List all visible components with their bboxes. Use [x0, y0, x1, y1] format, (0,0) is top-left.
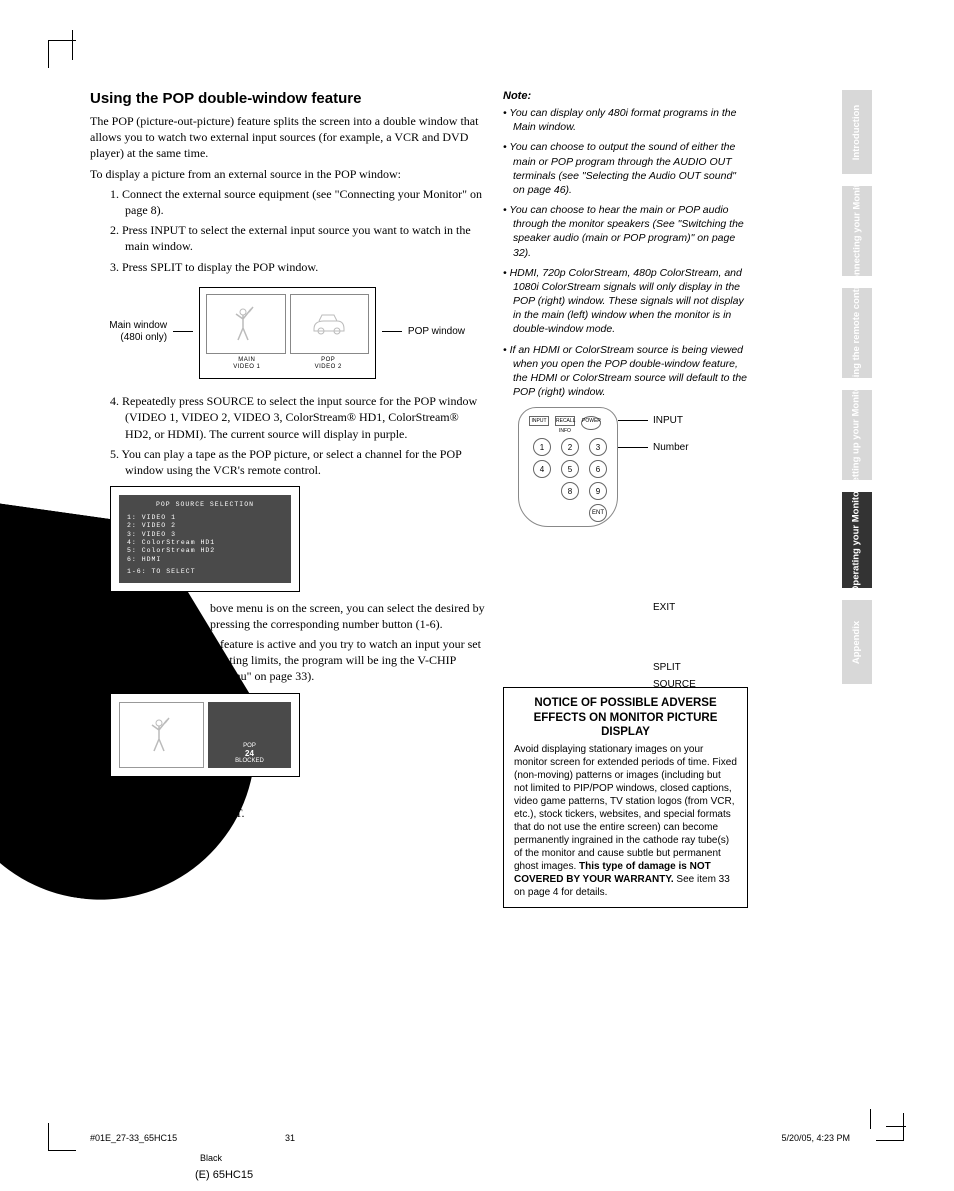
note-item: You can display only 480i format program… [503, 106, 748, 134]
leader-line [173, 331, 193, 332]
menu-row: 4: ColorStream HD1 [127, 539, 283, 547]
footer-row: #01E_27-33_65HC15 31 5/20/05, 4:23 PM [90, 1133, 850, 1143]
remote-num-9: 9 [589, 482, 607, 500]
step-5: 5. You can play a tape as the POP pictur… [110, 446, 485, 478]
tv-diagram: MAIN VIDEO 1 POP VIDEO 2 [199, 287, 376, 380]
footer-file: #01E_27-33_65HC15 [90, 1133, 177, 1143]
remote-ent: ENT [589, 504, 607, 522]
intro-paragraph-2: To display a picture from an external so… [90, 166, 485, 182]
close-heading: To close the POP window: [90, 785, 485, 801]
menu-diagram: POP SOURCE SELECTION 1: VIDEO 1 2: VIDEO… [110, 486, 300, 592]
remote-input-btn: INPUT [529, 416, 549, 426]
blocked-pop-pane: POP 24 BLOCKED [208, 702, 291, 768]
remote-power-btn: POWER [581, 416, 601, 430]
step-2: 2. Press INPUT to select the external in… [110, 222, 485, 254]
leader-line [618, 447, 648, 448]
notice-text-1: Avoid displaying stationary images on yo… [514, 744, 737, 872]
crop-mark [48, 1123, 76, 1151]
blocked-text: BLOCKED [235, 758, 264, 764]
note-item: If an HDMI or ColorStream source is bein… [503, 343, 748, 400]
remote-num-4: 4 [533, 460, 551, 478]
blocked-diagram: POP 24 BLOCKED [110, 693, 300, 777]
remote-recall-btn: RECALL [555, 416, 575, 426]
remote-num-2: 2 [561, 438, 579, 456]
tab-connecting: Connecting your Monitor [842, 186, 872, 276]
remote-source-label: SOURCE [653, 679, 696, 690]
pop-window-pane [290, 294, 369, 354]
tab-setting-up: Setting up your Monitor [842, 390, 872, 480]
step-3: 3. Press SPLIT to display the POP window… [110, 259, 485, 275]
note-item: HDMI, 720p ColorStream, 480p ColorStream… [503, 266, 748, 337]
tab-appendix: Appendix [842, 600, 872, 684]
tab-remote: Using the remote control [842, 288, 872, 378]
blocked-channel: 24 [245, 749, 254, 758]
remote-exit-label: EXIT [653, 602, 675, 613]
main-window-pane [206, 294, 285, 354]
obscured-paragraph-1: bove menu is on the screen, you can sele… [90, 600, 485, 632]
footer-date: 5/20/05, 4:23 PM [781, 1133, 850, 1143]
note-item: You can choose to hear the main or POP a… [503, 203, 748, 260]
menu-row: 6: HDMI [127, 556, 283, 564]
remote-num-3: 3 [589, 438, 607, 456]
footer-page: 31 [285, 1133, 295, 1143]
crop-mark [72, 30, 82, 60]
pop-window-label: POP window [408, 326, 485, 337]
intro-paragraph: The POP (picture-out-picture) feature sp… [90, 113, 485, 162]
crop-mark [870, 1109, 880, 1129]
step-4: 4. Repeatedly press SOURCE to select the… [110, 393, 485, 442]
obscured-paragraph-2: feature is active and you try to watch a… [90, 636, 485, 685]
batter-icon [147, 715, 177, 755]
pop-caption: POP VIDEO 2 [288, 357, 369, 373]
tab-operating: Operating your Monitor [842, 492, 872, 588]
tv-diagram-row: Main window (480i only) [90, 279, 485, 386]
notice-body: Avoid displaying stationary images on yo… [514, 743, 737, 899]
crop-mark [876, 1113, 904, 1141]
step-1: 1. Connect the external source equipment… [110, 186, 485, 218]
remote-num-1: 1 [533, 438, 551, 456]
tab-index: Index [842, 696, 872, 780]
menu-row: 5: ColorStream HD2 [127, 547, 283, 555]
section-heading: Using the POP double-window feature [90, 90, 485, 107]
menu-row: 2: VIDEO 2 [127, 522, 283, 530]
notice-title: NOTICE OF POSSIBLE ADVERSE EFFECTS ON MO… [514, 696, 737, 739]
remote-num-8: 8 [561, 482, 579, 500]
menu-title: POP SOURCE SELECTION [127, 501, 283, 509]
remote-number-label: Number [653, 442, 689, 453]
crop-mark [886, 1126, 906, 1127]
note-heading: Note: [503, 90, 748, 102]
car-icon [309, 309, 349, 339]
batter-icon [231, 304, 261, 344]
notes-column: Note: You can display only 480i format p… [503, 90, 748, 908]
footer-model: (E) 65HC15 [195, 1169, 253, 1181]
remote-split-label: SPLIT [653, 662, 681, 673]
main-window-label: Main window (480i only) [90, 320, 167, 344]
footer-black: Black [200, 1153, 222, 1163]
menu-row: 1: VIDEO 1 [127, 514, 283, 522]
tab-introduction: Introduction [842, 90, 872, 174]
leader-line [382, 331, 402, 332]
remote-info-label: INFO [559, 428, 571, 434]
leader-line [618, 420, 648, 421]
remote-diagram: INPUT RECALL POWER INFO 1 2 3 4 5 6 8 [513, 407, 748, 567]
main-column: Using the POP double-window feature The … [90, 90, 485, 908]
notice-box: NOTICE OF POSSIBLE ADVERSE EFFECTS ON MO… [503, 687, 748, 908]
menu-row: 3: VIDEO 3 [127, 531, 283, 539]
note-item: You can choose to output the sound of ei… [503, 140, 748, 197]
remote-num-6: 6 [589, 460, 607, 478]
blocked-main-pane [119, 702, 204, 768]
menu-footer: 1-6: TO SELECT [127, 568, 283, 576]
remote-num-5: 5 [561, 460, 579, 478]
close-instruction: Press SPLIT again or EXIT. [90, 805, 485, 821]
remote-input-label: INPUT [653, 415, 683, 426]
main-caption: MAIN VIDEO 1 [206, 357, 287, 373]
